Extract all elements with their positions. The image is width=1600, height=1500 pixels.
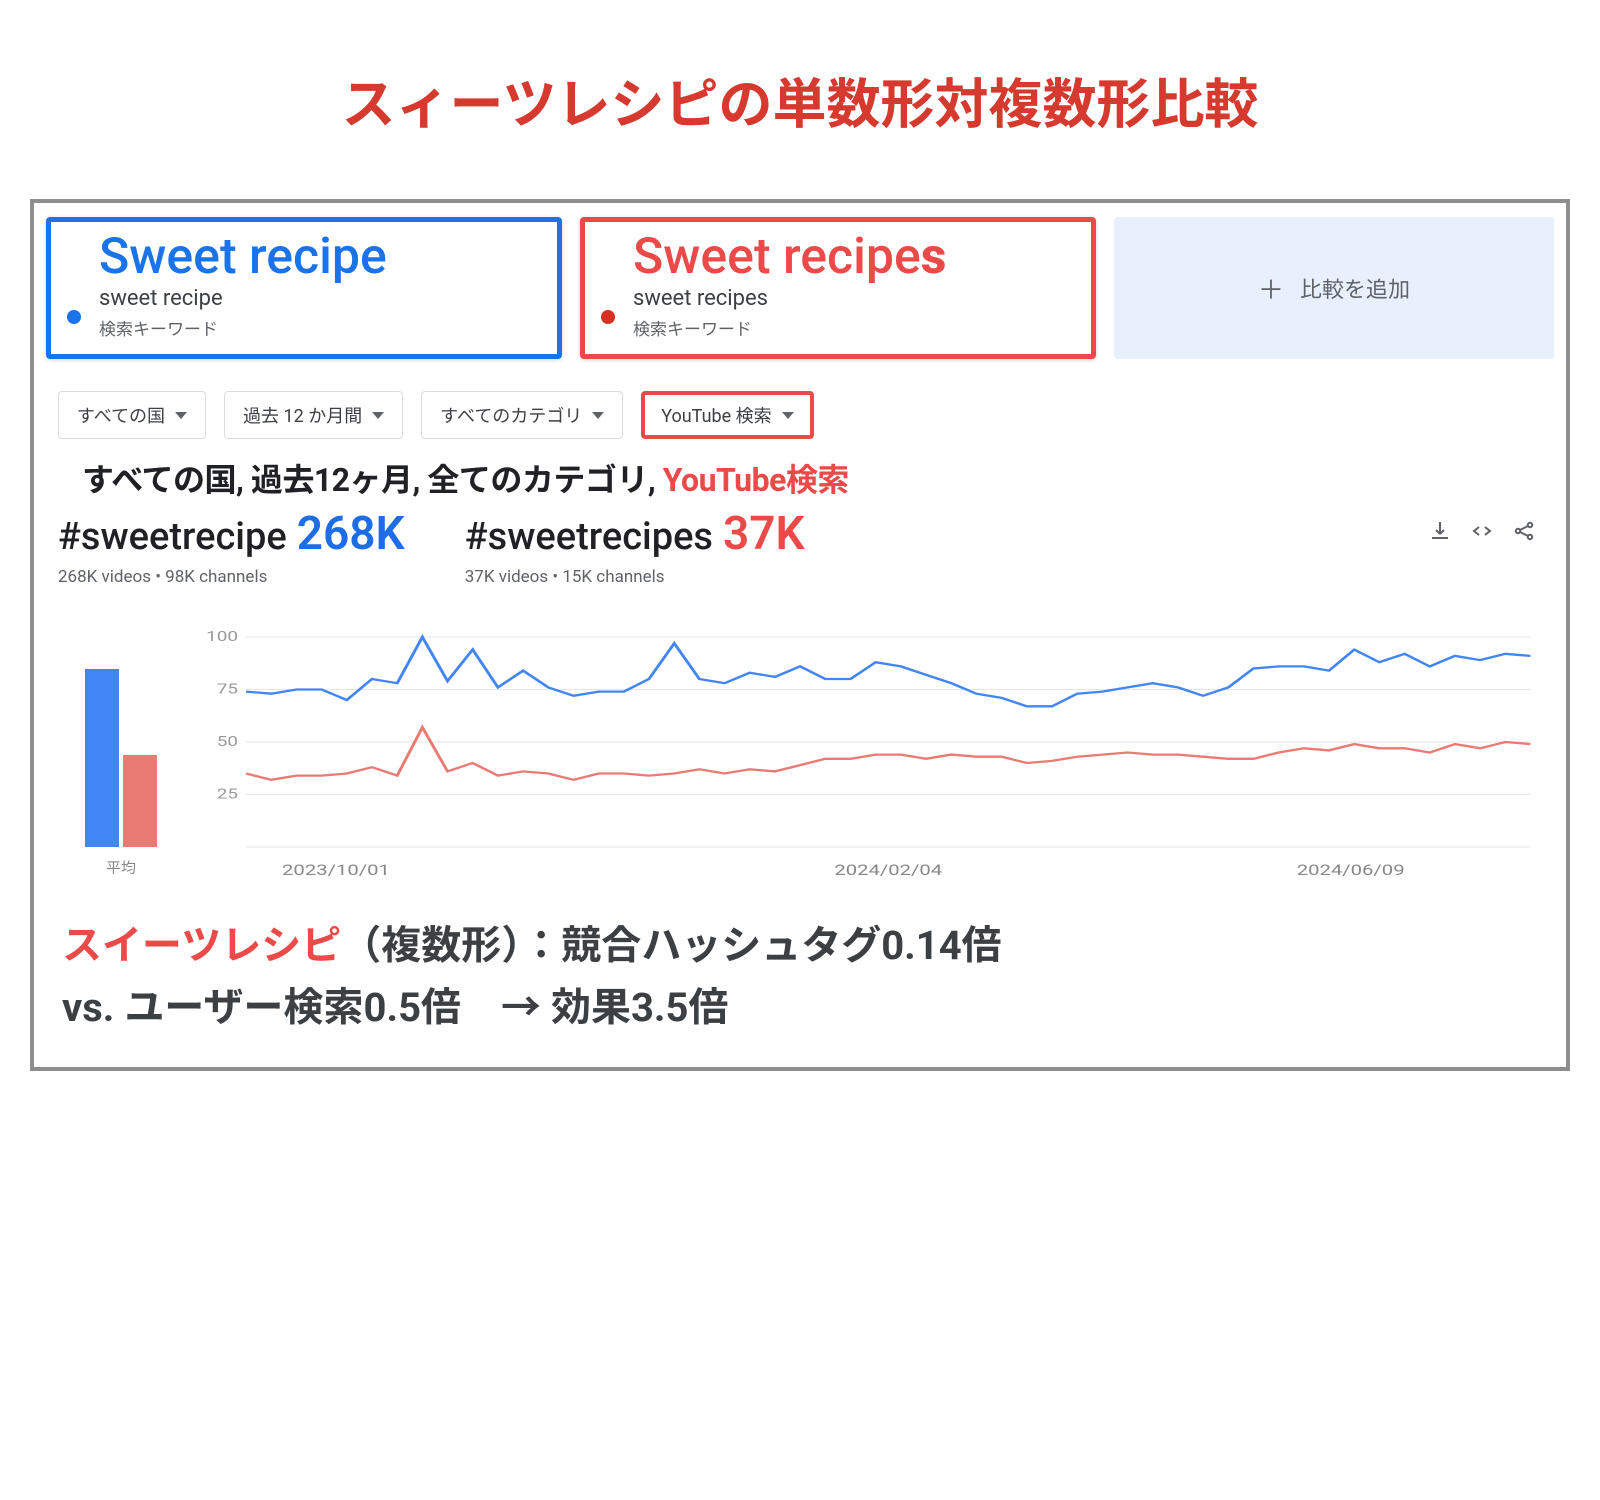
chevron-down-icon xyxy=(372,412,384,419)
hashtag-row: #sweetrecipe 268K 268K videos • 98K chan… xyxy=(34,503,1566,587)
hashtag-b: #sweetrecipes 37K 37K videos • 15K chann… xyxy=(465,507,805,587)
trends-panel: Sweet recipe sweet recipe 検索キーワード Sweet … xyxy=(30,199,1570,1071)
compare-a-term: sweet recipe xyxy=(99,286,539,311)
svg-text:75: 75 xyxy=(217,682,238,698)
chart-actions xyxy=(1428,507,1542,547)
compare-a-title: Sweet recipe xyxy=(99,232,539,282)
plus-icon: ＋ xyxy=(1258,270,1284,307)
avg-label: 平均 xyxy=(106,857,136,878)
compare-term-a[interactable]: Sweet recipe sweet recipe 検索キーワード xyxy=(46,217,562,359)
hashtag-a-count: 268K xyxy=(297,507,405,561)
svg-text:2023/10/01: 2023/10/01 xyxy=(282,862,390,880)
page-title: スィーツレシピの単数形対複数形比較 xyxy=(30,60,1570,139)
avg-bars xyxy=(76,627,166,847)
filter-category[interactable]: すべてのカテゴリ xyxy=(421,391,623,439)
filter-country[interactable]: すべての国 xyxy=(58,391,206,439)
filter-source[interactable]: YouTube 検索 xyxy=(641,391,813,439)
series-dot-red xyxy=(601,310,615,324)
svg-text:50: 50 xyxy=(217,734,238,750)
compare-b-sub: 検索キーワード xyxy=(633,315,1073,340)
avg-column: 平均 xyxy=(56,627,186,887)
chevron-down-icon xyxy=(175,412,187,419)
compare-b-term: sweet recipes xyxy=(633,286,1073,311)
hashtag-a: #sweetrecipe 268K 268K videos • 98K chan… xyxy=(58,507,405,587)
line-chart-svg: 25 50 75 100 2023/10/01 2024/02/04 2024/06/09 xyxy=(192,627,1544,887)
chevron-down-icon xyxy=(782,412,794,419)
compare-term-b[interactable]: Sweet recipes sweet recipes 検索キーワード xyxy=(580,217,1096,359)
filter-period[interactable]: 過去 12 か月間 xyxy=(224,391,403,439)
chart-area: 平均 25 50 75 100 2023/10/01 2024/02/04 2024/06/… xyxy=(34,587,1566,897)
series-dot-blue xyxy=(67,310,81,324)
download-icon[interactable] xyxy=(1428,519,1452,547)
compare-row: Sweet recipe sweet recipe 検索キーワード Sweet … xyxy=(34,203,1566,383)
compare-b-title: Sweet recipes xyxy=(633,232,1073,282)
avg-bar-blue xyxy=(85,669,119,847)
line-chart: 25 50 75 100 2023/10/01 2024/02/04 2024/06/09 xyxy=(192,627,1544,887)
hashtag-a-tag: #sweetrecipe xyxy=(58,515,287,559)
compare-a-sub: 検索キーワード xyxy=(99,315,539,340)
svg-text:25: 25 xyxy=(217,787,238,803)
embed-icon[interactable] xyxy=(1470,519,1494,547)
add-compare-label: 比較を追加 xyxy=(1300,272,1410,304)
avg-bar-red xyxy=(123,755,157,847)
svg-text:2024/06/09: 2024/06/09 xyxy=(1297,862,1405,880)
chevron-down-icon xyxy=(592,412,604,419)
filter-row: すべての国 過去 12 か月間 すべてのカテゴリ YouTube 検索 xyxy=(34,383,1566,449)
share-icon[interactable] xyxy=(1512,519,1536,547)
hashtag-b-sub: 37K videos • 15K channels xyxy=(465,567,805,587)
hashtag-b-tag: #sweetrecipes xyxy=(465,515,713,559)
conclusion-text: スイーツレシピ（複数形）：競合ハッシュタグ0.14倍 vs. ユーザー検索0.5… xyxy=(34,897,1566,1067)
add-compare-button[interactable]: ＋ 比較を追加 xyxy=(1114,217,1554,359)
svg-text:2024/02/04: 2024/02/04 xyxy=(834,862,942,880)
hashtag-b-count: 37K xyxy=(723,507,805,561)
hashtag-a-sub: 268K videos • 98K channels xyxy=(58,567,405,587)
svg-text:100: 100 xyxy=(206,629,238,645)
filter-annotation: すべての国, 過去12ヶ月, 全てのカテゴリ, YouTube検索 xyxy=(34,449,1566,503)
